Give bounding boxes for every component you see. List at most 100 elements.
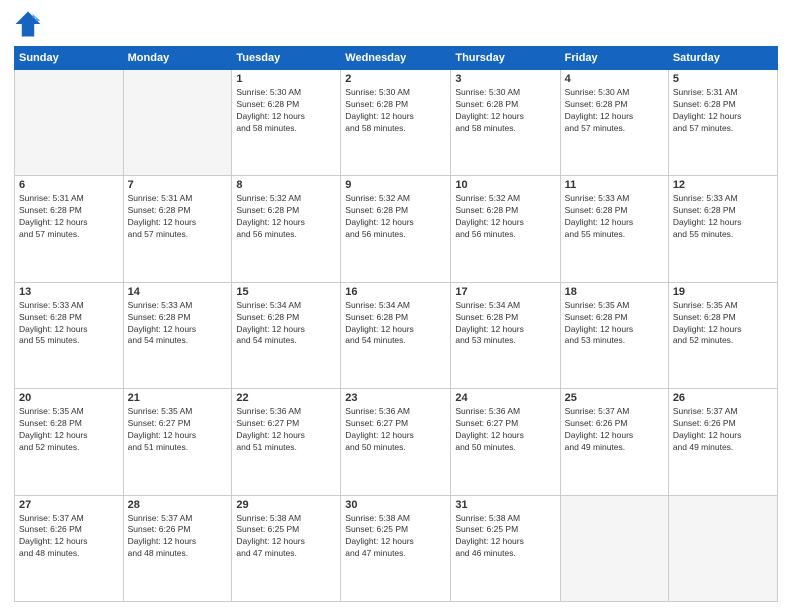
calendar-cell: 30 Sunrise: 5:38 AMSunset: 6:25 PMDayligh… [341, 495, 451, 601]
logo [14, 10, 46, 38]
calendar-cell: 20 Sunrise: 5:35 AMSunset: 6:28 PMDayligh… [15, 389, 124, 495]
calendar-cell: 6 Sunrise: 5:31 AMSunset: 6:28 PMDaylight… [15, 176, 124, 282]
day-info: Sunrise: 5:31 AMSunset: 6:28 PMDaylight:… [19, 193, 119, 241]
day-info: Sunrise: 5:36 AMSunset: 6:27 PMDaylight:… [345, 406, 446, 454]
calendar-cell [668, 495, 777, 601]
day-number: 6 [19, 179, 119, 191]
day-info: Sunrise: 5:30 AMSunset: 6:28 PMDaylight:… [236, 87, 336, 135]
weekday-header-thursday: Thursday [451, 47, 560, 70]
day-info: Sunrise: 5:31 AMSunset: 6:28 PMDaylight:… [128, 193, 228, 241]
day-number: 11 [565, 179, 664, 191]
calendar-cell: 23 Sunrise: 5:36 AMSunset: 6:27 PMDayligh… [341, 389, 451, 495]
calendar-cell: 17 Sunrise: 5:34 AMSunset: 6:28 PMDayligh… [451, 282, 560, 388]
weekday-header-wednesday: Wednesday [341, 47, 451, 70]
calendar-cell: 12 Sunrise: 5:33 AMSunset: 6:28 PMDayligh… [668, 176, 777, 282]
day-number: 24 [455, 392, 555, 404]
day-info: Sunrise: 5:37 AMSunset: 6:26 PMDaylight:… [565, 406, 664, 454]
weekday-header-friday: Friday [560, 47, 668, 70]
day-number: 9 [345, 179, 446, 191]
calendar-cell [15, 70, 124, 176]
logo-icon [14, 10, 42, 38]
day-info: Sunrise: 5:34 AMSunset: 6:28 PMDaylight:… [236, 300, 336, 348]
day-number: 28 [128, 499, 228, 511]
day-info: Sunrise: 5:35 AMSunset: 6:28 PMDaylight:… [565, 300, 664, 348]
day-number: 10 [455, 179, 555, 191]
day-number: 4 [565, 73, 664, 85]
day-info: Sunrise: 5:38 AMSunset: 6:25 PMDaylight:… [455, 513, 555, 561]
calendar-cell: 21 Sunrise: 5:35 AMSunset: 6:27 PMDayligh… [123, 389, 232, 495]
calendar-cell: 1 Sunrise: 5:30 AMSunset: 6:28 PMDaylight… [232, 70, 341, 176]
day-number: 21 [128, 392, 228, 404]
day-number: 2 [345, 73, 446, 85]
day-info: Sunrise: 5:37 AMSunset: 6:26 PMDaylight:… [673, 406, 773, 454]
weekday-header-saturday: Saturday [668, 47, 777, 70]
calendar-cell: 29 Sunrise: 5:38 AMSunset: 6:25 PMDayligh… [232, 495, 341, 601]
calendar-table: SundayMondayTuesdayWednesdayThursdayFrid… [14, 46, 778, 602]
calendar-cell [560, 495, 668, 601]
day-number: 29 [236, 499, 336, 511]
day-info: Sunrise: 5:33 AMSunset: 6:28 PMDaylight:… [128, 300, 228, 348]
calendar-cell: 15 Sunrise: 5:34 AMSunset: 6:28 PMDayligh… [232, 282, 341, 388]
calendar-cell: 4 Sunrise: 5:30 AMSunset: 6:28 PMDaylight… [560, 70, 668, 176]
calendar-cell: 22 Sunrise: 5:36 AMSunset: 6:27 PMDayligh… [232, 389, 341, 495]
day-info: Sunrise: 5:34 AMSunset: 6:28 PMDaylight:… [345, 300, 446, 348]
day-number: 30 [345, 499, 446, 511]
day-info: Sunrise: 5:36 AMSunset: 6:27 PMDaylight:… [236, 406, 336, 454]
day-number: 26 [673, 392, 773, 404]
day-info: Sunrise: 5:30 AMSunset: 6:28 PMDaylight:… [455, 87, 555, 135]
day-number: 15 [236, 286, 336, 298]
calendar-cell: 26 Sunrise: 5:37 AMSunset: 6:26 PMDayligh… [668, 389, 777, 495]
day-number: 16 [345, 286, 446, 298]
weekday-header-sunday: Sunday [15, 47, 124, 70]
calendar-cell: 8 Sunrise: 5:32 AMSunset: 6:28 PMDaylight… [232, 176, 341, 282]
day-number: 23 [345, 392, 446, 404]
day-info: Sunrise: 5:30 AMSunset: 6:28 PMDaylight:… [565, 87, 664, 135]
day-number: 3 [455, 73, 555, 85]
day-number: 1 [236, 73, 336, 85]
day-info: Sunrise: 5:37 AMSunset: 6:26 PMDaylight:… [19, 513, 119, 561]
calendar-cell: 13 Sunrise: 5:33 AMSunset: 6:28 PMDayligh… [15, 282, 124, 388]
calendar-cell: 11Sunrise: 5:33 AMSunset: 6:28 PMDayligh… [560, 176, 668, 282]
calendar-cell: 7 Sunrise: 5:31 AMSunset: 6:28 PMDaylight… [123, 176, 232, 282]
calendar-cell: 10Sunrise: 5:32 AMSunset: 6:28 PMDayligh… [451, 176, 560, 282]
day-info: Sunrise: 5:35 AMSunset: 6:28 PMDaylight:… [673, 300, 773, 348]
day-number: 14 [128, 286, 228, 298]
calendar-cell: 2 Sunrise: 5:30 AMSunset: 6:28 PMDaylight… [341, 70, 451, 176]
day-info: Sunrise: 5:38 AMSunset: 6:25 PMDaylight:… [345, 513, 446, 561]
day-info: Sunrise: 5:38 AMSunset: 6:25 PMDaylight:… [236, 513, 336, 561]
calendar-cell: 24 Sunrise: 5:36 AMSunset: 6:27 PMDayligh… [451, 389, 560, 495]
day-number: 8 [236, 179, 336, 191]
day-number: 20 [19, 392, 119, 404]
calendar-cell: 3 Sunrise: 5:30 AMSunset: 6:28 PMDaylight… [451, 70, 560, 176]
day-number: 22 [236, 392, 336, 404]
calendar-cell: 28Sunrise: 5:37 AMSunset: 6:26 PMDayligh… [123, 495, 232, 601]
day-info: Sunrise: 5:33 AMSunset: 6:28 PMDaylight:… [673, 193, 773, 241]
day-info: Sunrise: 5:30 AMSunset: 6:28 PMDaylight:… [345, 87, 446, 135]
calendar-cell: 27 Sunrise: 5:37 AMSunset: 6:26 PMDayligh… [15, 495, 124, 601]
weekday-header-monday: Monday [123, 47, 232, 70]
day-info: Sunrise: 5:35 AMSunset: 6:28 PMDaylight:… [19, 406, 119, 454]
day-number: 27 [19, 499, 119, 511]
day-number: 7 [128, 179, 228, 191]
calendar-cell: 19Sunrise: 5:35 AMSunset: 6:28 PMDayligh… [668, 282, 777, 388]
calendar-cell: 14 Sunrise: 5:33 AMSunset: 6:28 PMDayligh… [123, 282, 232, 388]
day-info: Sunrise: 5:34 AMSunset: 6:28 PMDaylight:… [455, 300, 555, 348]
calendar-cell: 18 Sunrise: 5:35 AMSunset: 6:28 PMDayligh… [560, 282, 668, 388]
day-number: 17 [455, 286, 555, 298]
day-number: 18 [565, 286, 664, 298]
day-info: Sunrise: 5:33 AMSunset: 6:28 PMDaylight:… [19, 300, 119, 348]
calendar-cell [123, 70, 232, 176]
day-number: 25 [565, 392, 664, 404]
day-info: Sunrise: 5:32 AMSunset: 6:28 PMDaylight:… [345, 193, 446, 241]
weekday-header-tuesday: Tuesday [232, 47, 341, 70]
calendar-cell: 9 Sunrise: 5:32 AMSunset: 6:28 PMDaylight… [341, 176, 451, 282]
day-number: 13 [19, 286, 119, 298]
calendar-cell: 31 Sunrise: 5:38 AMSunset: 6:25 PMDayligh… [451, 495, 560, 601]
day-info: Sunrise: 5:36 AMSunset: 6:27 PMDaylight:… [455, 406, 555, 454]
day-number: 12 [673, 179, 773, 191]
calendar-cell: 5Sunrise: 5:31 AMSunset: 6:28 PMDaylight… [668, 70, 777, 176]
day-info: Sunrise: 5:32 AMSunset: 6:28 PMDaylight:… [236, 193, 336, 241]
day-number: 5 [673, 73, 773, 85]
day-info: Sunrise: 5:35 AMSunset: 6:27 PMDaylight:… [128, 406, 228, 454]
day-number: 31 [455, 499, 555, 511]
